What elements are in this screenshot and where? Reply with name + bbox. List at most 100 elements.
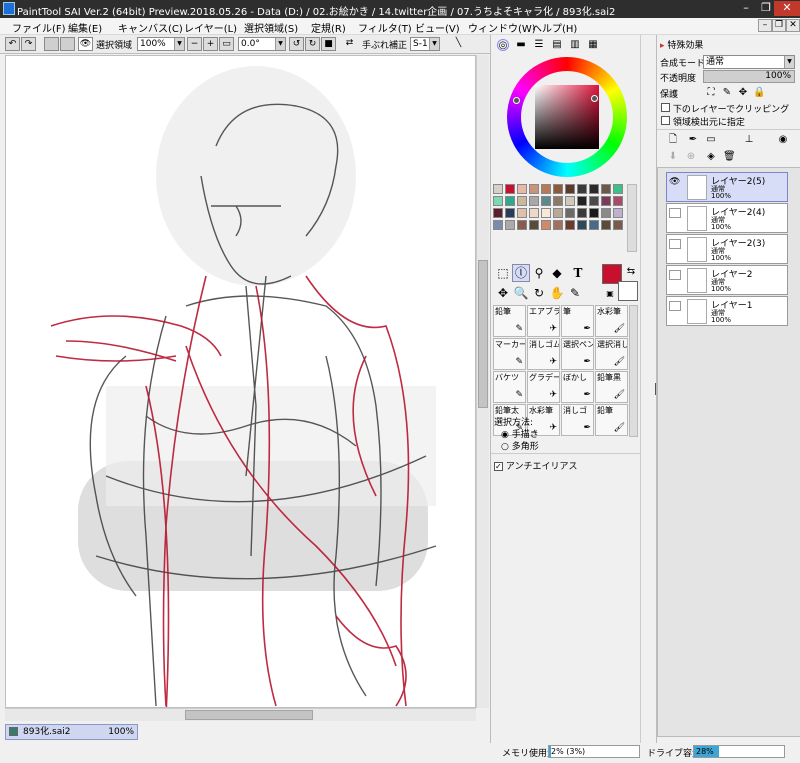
mdi-close-button[interactable]: ✕ bbox=[786, 19, 800, 32]
brush-slot[interactable]: マーカー ✎ bbox=[493, 338, 526, 370]
rotate-tool-icon[interactable]: ↻ bbox=[530, 284, 548, 302]
blend-mode-select[interactable]: 通常 ▼ bbox=[703, 55, 795, 69]
palette-swatch[interactable] bbox=[553, 196, 563, 206]
undo-button[interactable]: ↶ bbox=[5, 37, 20, 51]
vertical-scroll-thumb[interactable] bbox=[478, 260, 488, 408]
new-vector-layer-icon[interactable]: ✒ bbox=[687, 134, 699, 146]
palette-swatch[interactable] bbox=[601, 196, 611, 206]
trash-icon[interactable]: 🗑 bbox=[723, 151, 736, 163]
palette-swatch[interactable] bbox=[505, 220, 515, 230]
menu-edit[interactable]: 編集(E) bbox=[68, 20, 102, 35]
palette-swatch[interactable] bbox=[565, 220, 575, 230]
special-effects-header[interactable]: ▸ 特殊効果 bbox=[660, 38, 703, 51]
rotate-right-button[interactable]: ↻ bbox=[305, 37, 320, 51]
flip-icon[interactable]: ⇄ bbox=[342, 37, 357, 51]
rotate-left-button[interactable]: ↺ bbox=[289, 37, 304, 51]
palette-swatch[interactable] bbox=[613, 196, 623, 206]
mdi-minimize-button[interactable]: – bbox=[758, 19, 772, 32]
layer-row[interactable]: 👁 レイヤー2(5) 通常 100% bbox=[666, 172, 788, 202]
horizontal-scroll-thumb[interactable] bbox=[185, 710, 313, 720]
brush-slot[interactable]: 選択消し 🖌 bbox=[595, 338, 628, 370]
brush-slot[interactable]: グラデーション ✈ bbox=[527, 371, 560, 403]
brush-grid-scrollbar[interactable] bbox=[629, 305, 638, 437]
palette-swatch[interactable] bbox=[517, 220, 527, 230]
palette-swatch[interactable] bbox=[493, 184, 503, 194]
eye-icon[interactable] bbox=[669, 301, 681, 311]
palette-swatch[interactable] bbox=[577, 208, 587, 218]
clipping-checkbox[interactable]: 下のレイヤーでクリッピング bbox=[661, 102, 789, 115]
brush-slot[interactable]: 水彩筆 🖌 bbox=[595, 305, 628, 337]
layer-settings-icon[interactable]: ◉ bbox=[777, 134, 789, 146]
lock-icon[interactable]: 🔒 bbox=[753, 87, 765, 99]
drawing-canvas[interactable] bbox=[5, 55, 476, 708]
palette-swatch[interactable] bbox=[577, 220, 587, 230]
palette-swatch[interactable] bbox=[541, 184, 551, 194]
zoom-select[interactable]: 100% ▼ bbox=[137, 37, 185, 51]
palette-swatch[interactable] bbox=[529, 208, 539, 218]
eye-icon[interactable] bbox=[669, 270, 681, 280]
magic-wand-icon[interactable]: ⚲ bbox=[530, 264, 548, 282]
lasso-icon[interactable]: ⓛ bbox=[512, 264, 530, 282]
eye-icon[interactable] bbox=[669, 239, 681, 249]
menu-layer[interactable]: レイヤー(L) bbox=[184, 20, 237, 35]
color-wheel-tab-icon[interactable]: ◎ bbox=[497, 39, 509, 51]
new-folder-icon[interactable]: ▭ bbox=[705, 134, 717, 146]
menu-canvas[interactable]: キャンバス(C) bbox=[118, 20, 183, 35]
saturation-value-square[interactable] bbox=[535, 85, 599, 149]
mixer-tab-icon[interactable]: ▤ bbox=[551, 39, 563, 51]
antialias-checkbox[interactable]: ✓ アンチエイリアス bbox=[494, 459, 578, 472]
palette-swatch[interactable] bbox=[601, 208, 611, 218]
deselect-button[interactable] bbox=[44, 37, 59, 51]
palette-swatch[interactable] bbox=[565, 208, 575, 218]
palette-swatch[interactable] bbox=[601, 220, 611, 230]
brush-slot[interactable]: 消しゴ ✒ bbox=[561, 404, 594, 436]
palette-swatch[interactable] bbox=[553, 208, 563, 218]
palette-swatch[interactable] bbox=[529, 220, 539, 230]
palette-swatch[interactable] bbox=[565, 196, 575, 206]
protect-move-icon[interactable]: ✥ bbox=[737, 87, 749, 99]
brush-slot[interactable]: 筆 ✒ bbox=[561, 305, 594, 337]
move-icon[interactable]: ✥ bbox=[494, 284, 512, 302]
secondary-color-swatch[interactable] bbox=[618, 281, 638, 301]
rect-select-icon[interactable]: ⬚ bbox=[494, 264, 512, 282]
swatch-tab-icon[interactable]: ▥ bbox=[569, 39, 581, 51]
hsv-slider-tab-icon[interactable]: ☰ bbox=[533, 39, 545, 51]
menu-filter[interactable]: フィルタ(T) bbox=[358, 20, 412, 35]
palette-swatch[interactable] bbox=[613, 220, 623, 230]
brush-slot[interactable]: 鉛筆黒 🖌 bbox=[595, 371, 628, 403]
rgb-slider-tab-icon[interactable]: ▬ bbox=[515, 39, 527, 51]
protect-paint-icon[interactable]: ✎ bbox=[721, 87, 733, 99]
layer-row[interactable]: レイヤー2 通常 100% bbox=[666, 265, 788, 295]
canvas-vertical-scrollbar[interactable] bbox=[476, 55, 489, 708]
palette-swatch[interactable] bbox=[553, 184, 563, 194]
layer-row[interactable]: レイヤー2(4) 通常 100% bbox=[666, 203, 788, 233]
brush-slot[interactable]: 鉛筆 ✎ bbox=[493, 305, 526, 337]
transfer-down-icon[interactable]: ⊥ bbox=[743, 134, 755, 146]
swap-colors-icon[interactable]: ⇆ bbox=[625, 266, 637, 278]
zoom-in-button[interactable]: + bbox=[203, 37, 218, 51]
eye-icon[interactable] bbox=[669, 208, 681, 218]
shape-icon[interactable]: ◆ bbox=[548, 264, 566, 282]
menu-view[interactable]: ビュー(V) bbox=[415, 20, 460, 35]
brush-slot[interactable]: 選択ペン ✒ bbox=[561, 338, 594, 370]
redo-button[interactable]: ↷ bbox=[21, 37, 36, 51]
mask-icon[interactable]: ◈ bbox=[705, 151, 717, 163]
palette-swatch[interactable] bbox=[517, 196, 527, 206]
scratchpad-tab-icon[interactable]: ▦ bbox=[587, 39, 599, 51]
palette-swatch[interactable] bbox=[601, 184, 611, 194]
document-tab[interactable]: 893化.sai2 100% bbox=[5, 724, 138, 740]
palette-swatch[interactable] bbox=[613, 208, 623, 218]
zoom-out-button[interactable]: − bbox=[187, 37, 202, 51]
palette-swatch[interactable] bbox=[589, 208, 599, 218]
line-tool-icon[interactable]: ╲ bbox=[451, 37, 466, 51]
menu-window[interactable]: ウィンドウ(W) bbox=[468, 20, 536, 35]
palette-swatch[interactable] bbox=[589, 220, 599, 230]
menu-ruler[interactable]: 定規(R) bbox=[311, 20, 346, 35]
eye-icon[interactable]: 👁 bbox=[78, 37, 93, 51]
palette-swatch[interactable] bbox=[505, 196, 515, 206]
palette-swatch[interactable] bbox=[565, 184, 575, 194]
palette-swatch[interactable] bbox=[553, 220, 563, 230]
protect-transparency-icon[interactable]: ⛶ bbox=[705, 87, 717, 99]
invert-selection-button[interactable] bbox=[60, 37, 75, 51]
palette-swatch[interactable] bbox=[529, 184, 539, 194]
